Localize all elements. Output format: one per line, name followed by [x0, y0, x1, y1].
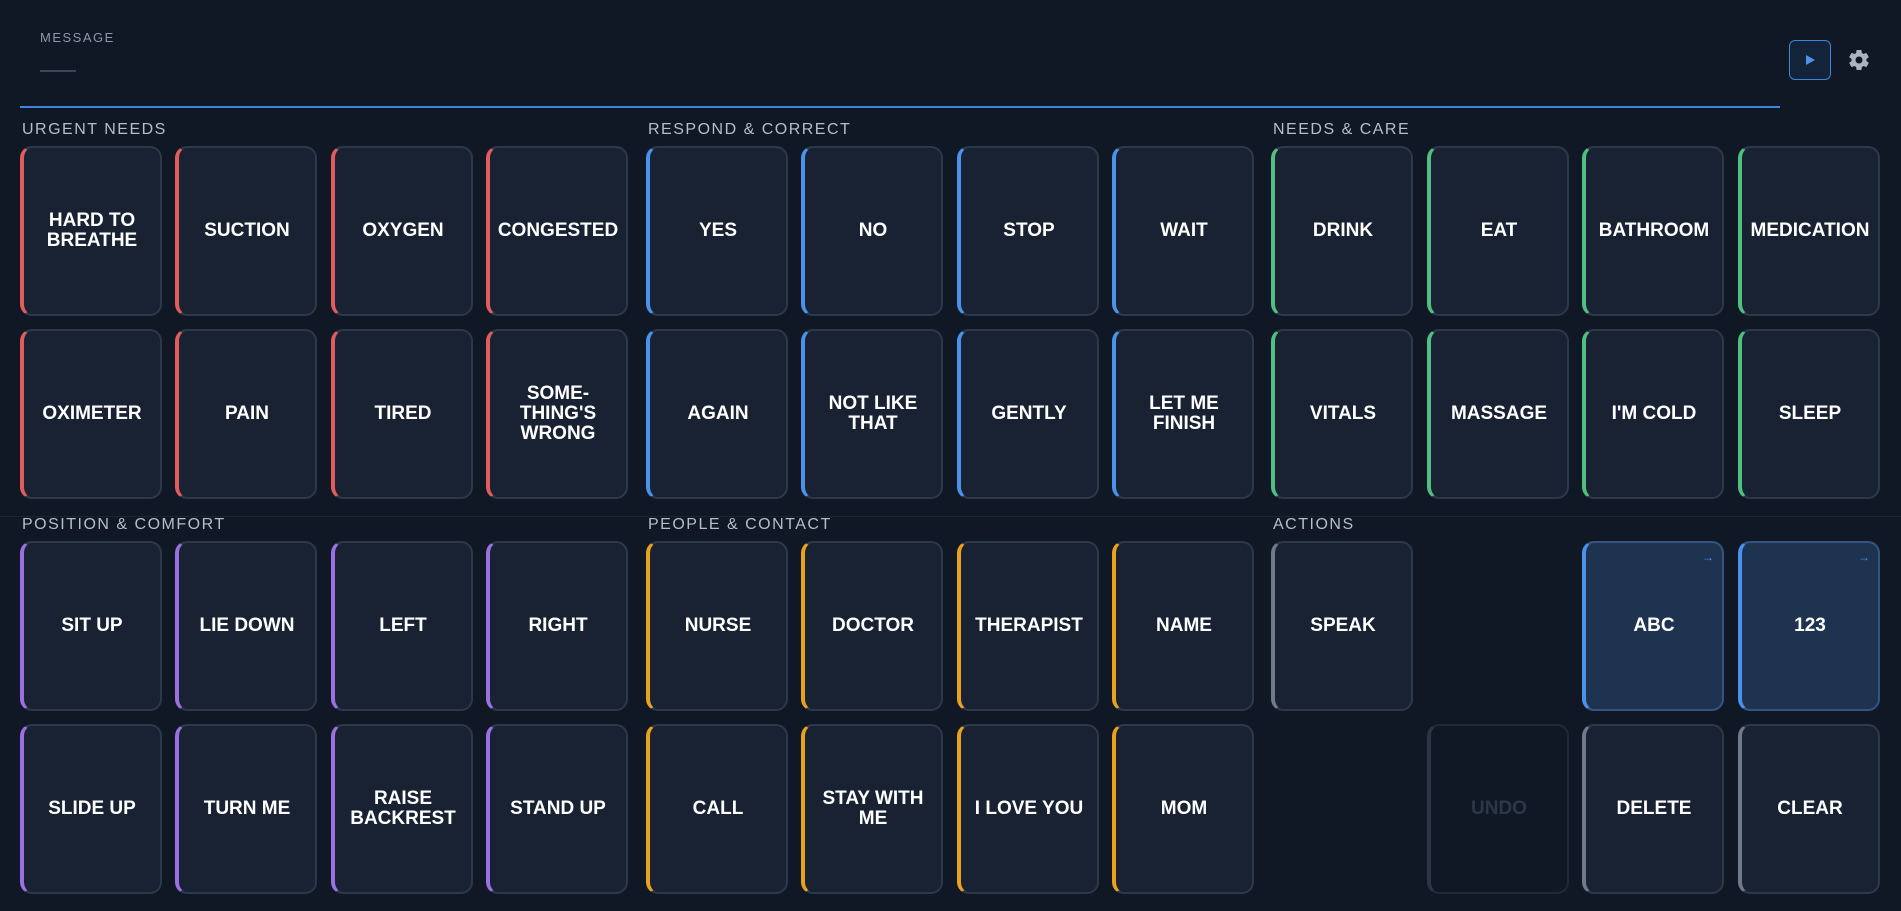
- section-divider: [0, 516, 1901, 517]
- tile-not-like-that[interactable]: NOT LIKE THAT: [801, 329, 943, 499]
- tile-bathroom[interactable]: BATHROOM: [1582, 146, 1724, 316]
- tile-lie-down[interactable]: LIE DOWN: [175, 541, 317, 711]
- play-icon: [1806, 55, 1815, 65]
- tile-sit-up[interactable]: SIT UP: [20, 541, 162, 711]
- tile-nurse[interactable]: NURSE: [646, 541, 788, 711]
- tile-pain[interactable]: PAIN: [175, 329, 317, 499]
- section-title-respond: RESPOND & CORRECT: [648, 121, 852, 138]
- tile-oxygen[interactable]: OXYGEN: [331, 146, 473, 316]
- tile-therapist[interactable]: THERAPIST: [957, 541, 1099, 711]
- tile-gently[interactable]: GENTLY: [957, 329, 1099, 499]
- section-title-position: POSITION & COMFORT: [22, 516, 226, 533]
- tile-yes[interactable]: YES: [646, 146, 788, 316]
- abc-keyboard-button[interactable]: → ABC: [1582, 541, 1724, 711]
- play-button[interactable]: [1789, 40, 1831, 80]
- tile-i-love-you[interactable]: I LOVE YOU: [957, 724, 1099, 894]
- section-title-people: PEOPLE & CONTACT: [648, 516, 832, 533]
- tile-no[interactable]: NO: [801, 146, 943, 316]
- tile-right[interactable]: RIGHT: [486, 541, 628, 711]
- tile-oximeter[interactable]: OXIMETER: [20, 329, 162, 499]
- tile-tired[interactable]: TIRED: [331, 329, 473, 499]
- tile-raise-backrest[interactable]: RAISE BACKREST: [331, 724, 473, 894]
- tile-turn-me[interactable]: TURN ME: [175, 724, 317, 894]
- tile-slide-up[interactable]: SLIDE UP: [20, 724, 162, 894]
- tile-im-cold[interactable]: I'M COLD: [1582, 329, 1724, 499]
- tile-drink[interactable]: DRINK: [1271, 146, 1413, 316]
- section-title-care: NEEDS & CARE: [1273, 121, 1411, 138]
- tile-medication[interactable]: MEDICATION: [1738, 146, 1880, 316]
- arrow-right-icon: →: [1858, 550, 1870, 564]
- tile-hard-to-breathe[interactable]: HARD TO BREATHE: [20, 146, 162, 316]
- tile-wait[interactable]: WAIT: [1112, 146, 1254, 316]
- tile-again[interactable]: AGAIN: [646, 329, 788, 499]
- tile-stand-up[interactable]: STAND UP: [486, 724, 628, 894]
- clear-button[interactable]: CLEAR: [1738, 724, 1880, 894]
- tile-suction[interactable]: SUCTION: [175, 146, 317, 316]
- abc-label: ABC: [1633, 615, 1675, 636]
- tile-call[interactable]: CALL: [646, 724, 788, 894]
- tile-mom[interactable]: MOM: [1112, 724, 1254, 894]
- message-cursor: [40, 70, 76, 72]
- speak-button[interactable]: SPEAK: [1271, 541, 1413, 711]
- section-title-actions: ACTIONS: [1273, 516, 1355, 533]
- tile-congested[interactable]: CONGESTED: [486, 146, 628, 316]
- tile-sleep[interactable]: SLEEP: [1738, 329, 1880, 499]
- tile-name[interactable]: NAME: [1112, 541, 1254, 711]
- tile-eat[interactable]: EAT: [1427, 146, 1569, 316]
- tile-stop[interactable]: STOP: [957, 146, 1099, 316]
- section-title-urgent: URGENT NEEDS: [22, 121, 167, 138]
- delete-button[interactable]: DELETE: [1582, 724, 1724, 894]
- tile-something-wrong[interactable]: SOME-THING'S WRONG: [486, 329, 628, 499]
- tile-vitals[interactable]: VITALS: [1271, 329, 1413, 499]
- settings-button[interactable]: [1846, 47, 1872, 73]
- tile-left[interactable]: LEFT: [331, 541, 473, 711]
- gear-icon: [1849, 50, 1869, 71]
- undo-button[interactable]: UNDO: [1427, 724, 1569, 894]
- tile-doctor[interactable]: DOCTOR: [801, 541, 943, 711]
- tile-stay-with-me[interactable]: STAY WITH ME: [801, 724, 943, 894]
- message-bar[interactable]: MESSAGE: [20, 0, 1780, 108]
- message-label: MESSAGE: [40, 30, 115, 45]
- numbers-label: 123: [1794, 615, 1826, 636]
- tile-massage[interactable]: MASSAGE: [1427, 329, 1569, 499]
- numbers-keyboard-button[interactable]: → 123: [1738, 541, 1880, 711]
- arrow-right-icon: →: [1702, 550, 1714, 564]
- tile-let-me-finish[interactable]: LET ME FINISH: [1112, 329, 1254, 499]
